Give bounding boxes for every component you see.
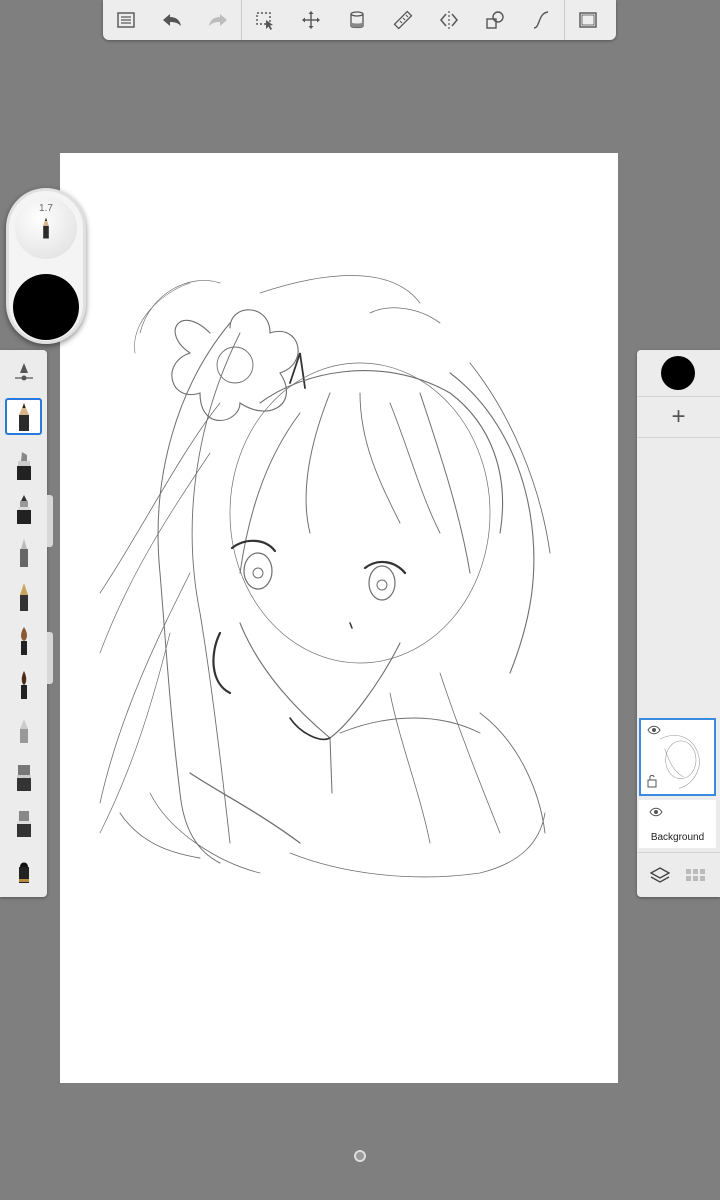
layer-panel-footer xyxy=(637,853,720,897)
ink-brush-icon xyxy=(20,670,27,699)
ruler-tool-button[interactable] xyxy=(380,0,426,40)
selection-tool-button[interactable] xyxy=(242,0,288,40)
pencil-icon xyxy=(18,402,29,431)
layer-1-thumbnail[interactable] xyxy=(639,718,716,796)
symmetry-tool-button[interactable] xyxy=(426,0,472,40)
curve-icon xyxy=(533,11,549,29)
shapes-icon xyxy=(486,11,504,29)
redo-icon xyxy=(209,14,227,26)
list-menu-button[interactable] xyxy=(103,0,149,40)
brush-size-value: 1.7 xyxy=(39,203,53,214)
brush-size-control[interactable]: 1.7 xyxy=(15,197,77,259)
ballpoint-pen-icon xyxy=(19,538,28,567)
texture-brush-icon xyxy=(16,810,31,837)
brush-fountain-pen[interactable] xyxy=(5,578,42,615)
ruler-icon xyxy=(393,10,413,30)
pencil-icon xyxy=(43,217,49,239)
fill-tool-button[interactable] xyxy=(334,0,380,40)
visibility-eye-icon[interactable] xyxy=(647,724,661,736)
brush-airbrush[interactable] xyxy=(5,490,42,527)
brush-properties-icon xyxy=(14,362,33,380)
grid-view-icon[interactable] xyxy=(685,868,707,882)
transform-icon xyxy=(302,11,320,29)
shapes-tool-button[interactable] xyxy=(472,0,518,40)
fill-brush-icon xyxy=(18,862,29,883)
divider xyxy=(637,437,720,438)
sketch-artwork xyxy=(99,275,551,878)
fill-bucket-icon xyxy=(350,11,364,29)
selection-icon xyxy=(256,12,273,30)
brush-panel-handle[interactable] xyxy=(47,632,53,684)
layer-panel: + Background xyxy=(637,350,720,897)
brush-settings-button[interactable] xyxy=(5,354,42,391)
brush-ballpoint[interactable] xyxy=(5,534,42,571)
brush-smudge[interactable] xyxy=(5,758,42,795)
plus-icon: + xyxy=(671,403,686,430)
brush-panel xyxy=(0,350,47,897)
brush-puck[interactable]: 1.7 xyxy=(6,188,86,344)
transform-tool-button[interactable] xyxy=(288,0,334,40)
background-layer[interactable]: Background xyxy=(639,800,716,848)
symmetry-icon xyxy=(440,11,458,29)
brush-marker[interactable] xyxy=(5,446,42,483)
fullscreen-button[interactable] xyxy=(565,0,611,40)
smudge-icon xyxy=(16,764,31,791)
brush-panel-handle[interactable] xyxy=(47,495,53,547)
eraser-icon xyxy=(19,718,28,743)
brush-texture[interactable] xyxy=(5,804,42,841)
airbrush-icon xyxy=(16,494,31,524)
layer-color-swatch[interactable] xyxy=(661,356,695,390)
redo-button[interactable] xyxy=(195,0,241,40)
navigation-handle-icon[interactable] xyxy=(354,1150,366,1162)
brush-pencil[interactable] xyxy=(5,398,42,435)
lock-icon[interactable] xyxy=(647,774,657,788)
brush-paintbrush[interactable] xyxy=(5,622,42,659)
color-picker[interactable] xyxy=(13,274,79,340)
curve-tool-button[interactable] xyxy=(518,0,564,40)
visibility-eye-icon[interactable] xyxy=(649,806,663,818)
brush-ink-brush[interactable] xyxy=(5,666,42,703)
undo-icon xyxy=(163,14,181,26)
fountain-pen-icon xyxy=(19,582,28,611)
add-layer-button[interactable]: + xyxy=(637,397,720,437)
layers-stack-icon[interactable] xyxy=(650,866,671,884)
marker-icon xyxy=(16,451,31,480)
brush-fill[interactable] xyxy=(5,852,42,889)
background-layer-label: Background xyxy=(650,832,705,843)
undo-button[interactable] xyxy=(149,0,195,40)
top-toolbar xyxy=(103,0,616,40)
fullscreen-icon xyxy=(579,12,597,28)
brush-eraser[interactable] xyxy=(5,712,42,749)
list-icon xyxy=(117,12,135,28)
drawing-canvas[interactable] xyxy=(60,153,618,1083)
paintbrush-icon xyxy=(20,626,27,655)
